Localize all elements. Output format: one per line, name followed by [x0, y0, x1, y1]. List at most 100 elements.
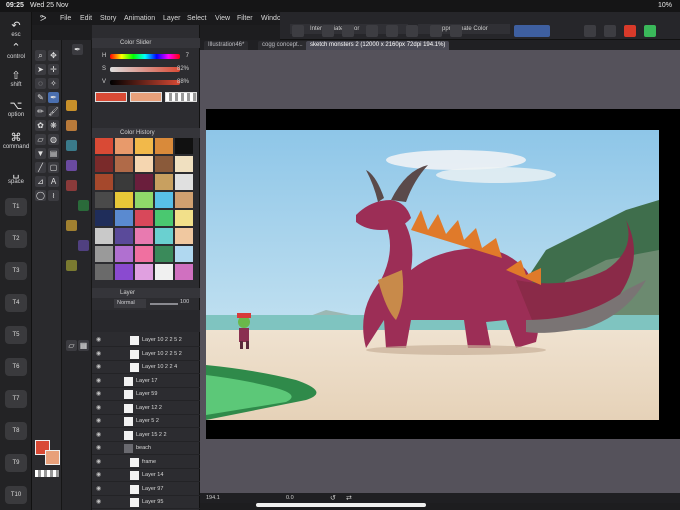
deselect-icon[interactable]	[450, 25, 462, 37]
visibility-eye-icon[interactable]: ◉	[96, 469, 101, 482]
layer-row[interactable]: ◉ Layer 15 2 2	[92, 429, 200, 442]
rotation-angle[interactable]: 0.0	[286, 495, 294, 501]
saturation-value[interactable]: 82%	[177, 66, 189, 72]
key-command[interactable]: ⌘ command	[2, 132, 30, 150]
hue-value[interactable]: 7	[186, 53, 189, 59]
color-slider-panel-title[interactable]: Color Slider	[92, 38, 200, 48]
red-record-icon[interactable]	[624, 25, 636, 37]
color-history-swatch[interactable]	[155, 156, 173, 172]
layer-row[interactable]: ◉ frame	[92, 456, 200, 469]
move-layer-tool-icon[interactable]: ✛	[48, 64, 59, 75]
green-export-icon[interactable]	[644, 25, 656, 37]
undo-command-icon[interactable]	[322, 25, 334, 37]
color-history-swatch[interactable]	[115, 156, 133, 172]
menu-animation[interactable]: Animation	[124, 15, 155, 22]
layer-row[interactable]: ◉ Layer 12 2	[92, 402, 200, 415]
color-history-swatch[interactable]	[155, 246, 173, 262]
artwork-canvas[interactable]	[206, 130, 659, 420]
menu-layer[interactable]: Layer	[163, 15, 181, 22]
frame-tool-icon[interactable]: ▢	[48, 162, 59, 173]
wand-tool-icon[interactable]: ✧	[48, 78, 59, 89]
layer-row[interactable]: ◉ Layer 17	[92, 375, 200, 388]
color-history-swatch[interactable]	[95, 174, 113, 190]
key-t3[interactable]: T3	[5, 262, 27, 280]
layer-row[interactable]: ◉ Layer 14	[92, 469, 200, 482]
sub-tool-marker[interactable]	[78, 240, 89, 251]
menu-edit[interactable]: Edit	[80, 15, 92, 22]
visibility-eye-icon[interactable]: ◉	[96, 334, 101, 347]
color-history-swatch[interactable]	[115, 192, 133, 208]
key-shift[interactable]: ⇧ shift	[2, 70, 30, 88]
opacity-slider[interactable]	[150, 303, 178, 305]
app-logo-icon[interactable]: ᕗ	[40, 13, 47, 24]
key-t6[interactable]: T6	[5, 358, 27, 376]
visibility-eye-icon[interactable]: ◉	[96, 483, 101, 496]
color-history-swatch[interactable]	[135, 246, 153, 262]
visibility-eye-icon[interactable]: ◉	[96, 402, 101, 415]
pencil-tool-icon[interactable]: ✏	[35, 106, 46, 117]
color-history-swatch[interactable]	[95, 192, 113, 208]
layer-row[interactable]: ◉ Layer 5 2	[92, 415, 200, 428]
color-history-swatch[interactable]	[175, 246, 193, 262]
text-tool-icon[interactable]: A	[48, 176, 59, 187]
clear-icon[interactable]	[366, 25, 378, 37]
layer-row[interactable]: ◉ Layer 10 2 2 5 2	[92, 334, 200, 347]
color-history-swatch[interactable]	[135, 228, 153, 244]
key-t4[interactable]: T4	[5, 294, 27, 312]
layer-row[interactable]: ◉ Layer 10 2 2 5 2	[92, 348, 200, 361]
fill-icon[interactable]	[386, 25, 398, 37]
redo-command-icon[interactable]	[342, 25, 354, 37]
sub-tool-crayon[interactable]	[66, 180, 77, 191]
sub-color-swatch[interactable]	[45, 450, 60, 465]
visibility-eye-icon[interactable]: ◉	[96, 429, 101, 442]
color-history-swatch[interactable]	[135, 138, 153, 154]
sub-tool-oil[interactable]	[66, 160, 77, 171]
color-history-swatch[interactable]	[115, 174, 133, 190]
layer-row[interactable]: ◉ Layer 59	[92, 388, 200, 401]
visibility-eye-icon[interactable]: ◉	[96, 456, 101, 469]
visibility-eye-icon[interactable]: ◉	[96, 415, 101, 428]
key-esc[interactable]: ↶ esc	[2, 20, 30, 38]
menu-select[interactable]: Select	[187, 15, 206, 22]
menu-view[interactable]: View	[215, 15, 230, 22]
color-history-swatch[interactable]	[155, 228, 173, 244]
saturation-slider[interactable]	[110, 67, 180, 72]
transform-icon[interactable]	[406, 25, 418, 37]
airbrush-tool-icon[interactable]: ✿	[35, 120, 46, 131]
command-icon-1[interactable]	[292, 25, 304, 37]
color-history-swatch[interactable]	[175, 156, 193, 172]
color-history-swatch[interactable]	[175, 228, 193, 244]
color-history-swatch[interactable]	[135, 174, 153, 190]
sub-tool-pen-icon[interactable]: ✒	[72, 44, 83, 55]
color-history-swatch[interactable]	[155, 192, 173, 208]
ruler-snap-toggle[interactable]	[514, 25, 550, 37]
tab-cogg-concept[interactable]: cogg concept...	[258, 41, 307, 50]
lasso-tool-icon[interactable]: ◌	[35, 78, 46, 89]
zoom-level[interactable]: 194.1	[206, 495, 220, 501]
color-history-swatch[interactable]	[115, 138, 133, 154]
eraser-tool-icon[interactable]: ▱	[35, 134, 46, 145]
flip-icon[interactable]: ⇄	[346, 494, 352, 502]
fill-tool-icon[interactable]: ▼	[35, 148, 46, 159]
visibility-eye-icon[interactable]: ◉	[96, 361, 101, 374]
ruler-tool-icon[interactable]: ⊿	[35, 176, 46, 187]
main-color-chip[interactable]	[95, 92, 127, 102]
pen-tool-icon[interactable]: ✒	[48, 92, 59, 103]
transparent-color-swatch[interactable]	[35, 470, 59, 477]
menu-filter[interactable]: Filter	[237, 15, 253, 22]
eyedropper-tool-icon[interactable]: ✎	[35, 92, 46, 103]
color-history-swatch[interactable]	[135, 210, 153, 226]
figure-tool-icon[interactable]: ╱	[35, 162, 46, 173]
key-t1[interactable]: T1	[5, 198, 27, 216]
sub-tool-blender[interactable]	[66, 260, 77, 271]
layer-row[interactable]: ◉ Layer 10 2 2 4	[92, 361, 200, 374]
balloon-tool-icon[interactable]: ◯	[35, 190, 46, 201]
sub-tool-pastel[interactable]	[78, 200, 89, 211]
visibility-eye-icon[interactable]: ◉	[96, 348, 101, 361]
key-t2[interactable]: T2	[5, 230, 27, 248]
color-history-swatch[interactable]	[155, 174, 173, 190]
blend-mode-select[interactable]: Normal	[114, 299, 146, 308]
color-history-panel-title[interactable]: Color History	[92, 128, 200, 138]
color-history-swatch[interactable]	[155, 138, 173, 154]
decoration-tool-icon[interactable]: ❋	[48, 120, 59, 131]
